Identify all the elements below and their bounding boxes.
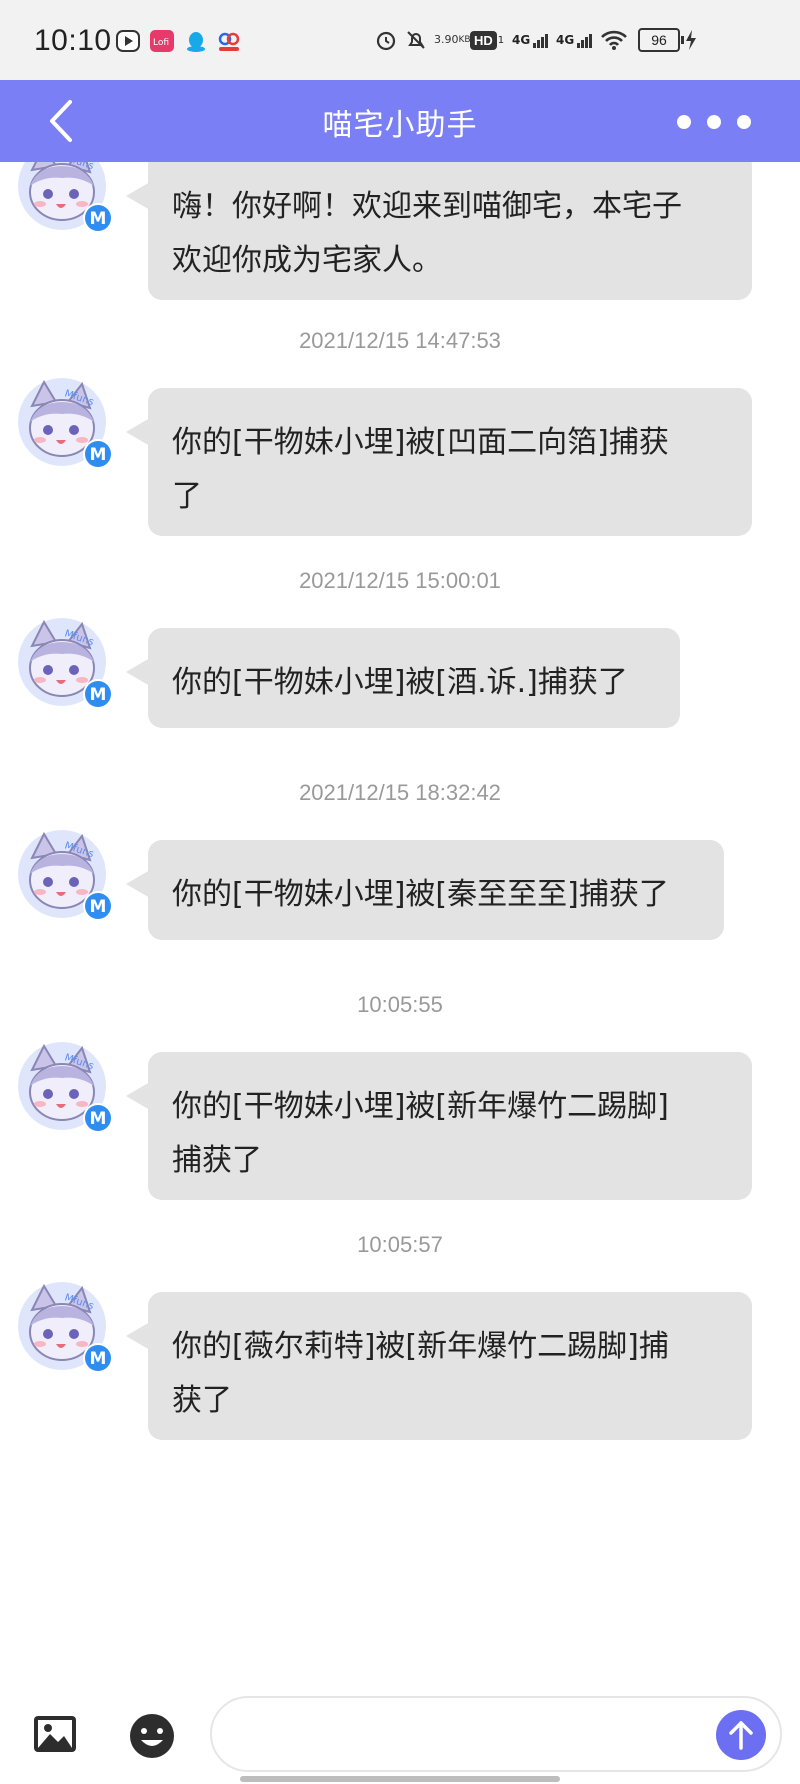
lofter-app-icon: Lofi <box>150 30 174 52</box>
status-bar: 10:10 Lofi 3.90 KB/s HD 1 4G 4G 96 <box>0 0 800 80</box>
emoji-button[interactable] <box>128 1712 176 1760</box>
battery-level: 96 <box>638 28 680 52</box>
assistant-avatar[interactable]: Mfuns M <box>18 378 114 474</box>
svg-text:M: M <box>90 1109 107 1129</box>
emoji-icon <box>130 1714 174 1758</box>
avatar-image: Mfuns M <box>18 162 113 233</box>
message-line: 你的[干物妹小埋]被[新年爆竹二踢脚] <box>172 1089 669 1124</box>
message-line: 你的[干物妹小埋]被[凹面二向箔]捕获 <box>172 425 669 460</box>
svg-text:M: M <box>90 897 107 917</box>
message-list[interactable]: Mfuns M 嗨！你好啊！欢迎来到喵御宅，本宅子 欢迎你成为宅家人。 2021… <box>0 162 800 1682</box>
baidu-netdisk-icon <box>216 30 240 52</box>
more-options-button[interactable] <box>664 102 764 142</box>
avatar-image: Mfuns M <box>18 1282 113 1373</box>
send-button[interactable] <box>716 1710 766 1760</box>
message-bubble[interactable]: 你的[干物妹小埋]被[新年爆竹二踢脚] 捕获了 <box>126 1052 752 1200</box>
input-bar <box>0 1682 800 1784</box>
assistant-avatar[interactable]: Mfuns M <box>18 830 114 926</box>
message-line: 你的[薇尔莉特]被[新年爆竹二踢脚]捕 <box>172 1329 669 1364</box>
assistant-avatar[interactable]: Mfuns M <box>18 618 114 714</box>
battery-icon: 96 <box>638 22 684 58</box>
svg-text:M: M <box>90 445 107 465</box>
home-indicator <box>240 1776 560 1782</box>
avatar-image: Mfuns M <box>18 378 113 469</box>
wifi-icon <box>600 22 628 58</box>
hd-label: HD <box>470 30 497 50</box>
qq-icon <box>184 30 208 52</box>
message-bubble[interactable]: 嗨！你好啊！欢迎来到喵御宅，本宅子 欢迎你成为宅家人。 <box>126 162 752 300</box>
message-bubble[interactable]: 你的[干物妹小埋]被[酒.诉.]捕获了 <box>126 628 680 728</box>
alarm-icon <box>374 22 398 58</box>
image-icon <box>34 1716 76 1752</box>
message-line: 嗨！你好啊！欢迎来到喵御宅，本宅子 <box>172 189 682 224</box>
avatar-image: Mfuns M <box>18 618 113 709</box>
message-input-container <box>210 1696 782 1772</box>
message-line: 获了 <box>172 1383 232 1418</box>
assistant-avatar[interactable]: Mfuns M <box>18 162 114 238</box>
timestamp: 2021/12/15 15:00:01 <box>299 568 501 593</box>
message-line: 了 <box>172 479 202 514</box>
timestamp: 2021/12/15 14:47:53 <box>299 328 501 353</box>
hd-icon: HD 1 <box>470 22 504 58</box>
signal-2-label: 4G <box>556 33 575 47</box>
timestamp: 10:05:55 <box>357 992 443 1017</box>
charging-icon <box>684 22 698 58</box>
message-line: 捕获了 <box>172 1143 262 1178</box>
video-app-icon <box>116 30 140 52</box>
svg-text:Lofi: Lofi <box>153 38 169 48</box>
message-bubble[interactable]: 你的[干物妹小埋]被[秦至至至]捕获了 <box>126 840 724 940</box>
avatar-image: Mfuns M <box>18 1042 113 1133</box>
assistant-avatar[interactable]: Mfuns M <box>18 1282 114 1378</box>
message-line: 你的[干物妹小埋]被[酒.诉.]捕获了 <box>172 665 628 700</box>
timestamp: 10:05:57 <box>357 1232 443 1257</box>
message-bubble[interactable]: 你的[薇尔莉特]被[新年爆竹二踢脚]捕 获了 <box>126 1292 752 1440</box>
svg-text:M: M <box>90 1349 107 1369</box>
signal-4g-icon: 4G <box>556 22 594 58</box>
message-input[interactable] <box>242 1698 716 1770</box>
timestamp: 2021/12/15 18:32:42 <box>299 780 501 805</box>
more-horizontal-icon <box>677 115 751 129</box>
svg-text:M: M <box>90 685 107 705</box>
arrow-up-icon <box>729 1721 753 1750</box>
signal-1-label: 4G <box>512 33 531 47</box>
svg-text:M: M <box>90 209 107 229</box>
message-bubble[interactable]: 你的[干物妹小埋]被[凹面二向箔]捕获 了 <box>126 388 752 536</box>
message-line: 欢迎你成为宅家人。 <box>172 243 442 278</box>
assistant-avatar[interactable]: Mfuns M <box>18 1042 114 1138</box>
title-bar: 喵宅小助手 <box>0 80 800 162</box>
net-speed-value: 3.90 <box>434 33 459 46</box>
send-image-button[interactable] <box>32 1714 78 1754</box>
signal-4g-icon: 4G <box>512 22 550 58</box>
message-line: 你的[干物妹小埋]被[秦至至至]捕获了 <box>172 877 669 912</box>
mute-icon <box>404 22 428 58</box>
status-time: 10:10 <box>34 24 112 57</box>
avatar-image: Mfuns M <box>18 830 113 921</box>
